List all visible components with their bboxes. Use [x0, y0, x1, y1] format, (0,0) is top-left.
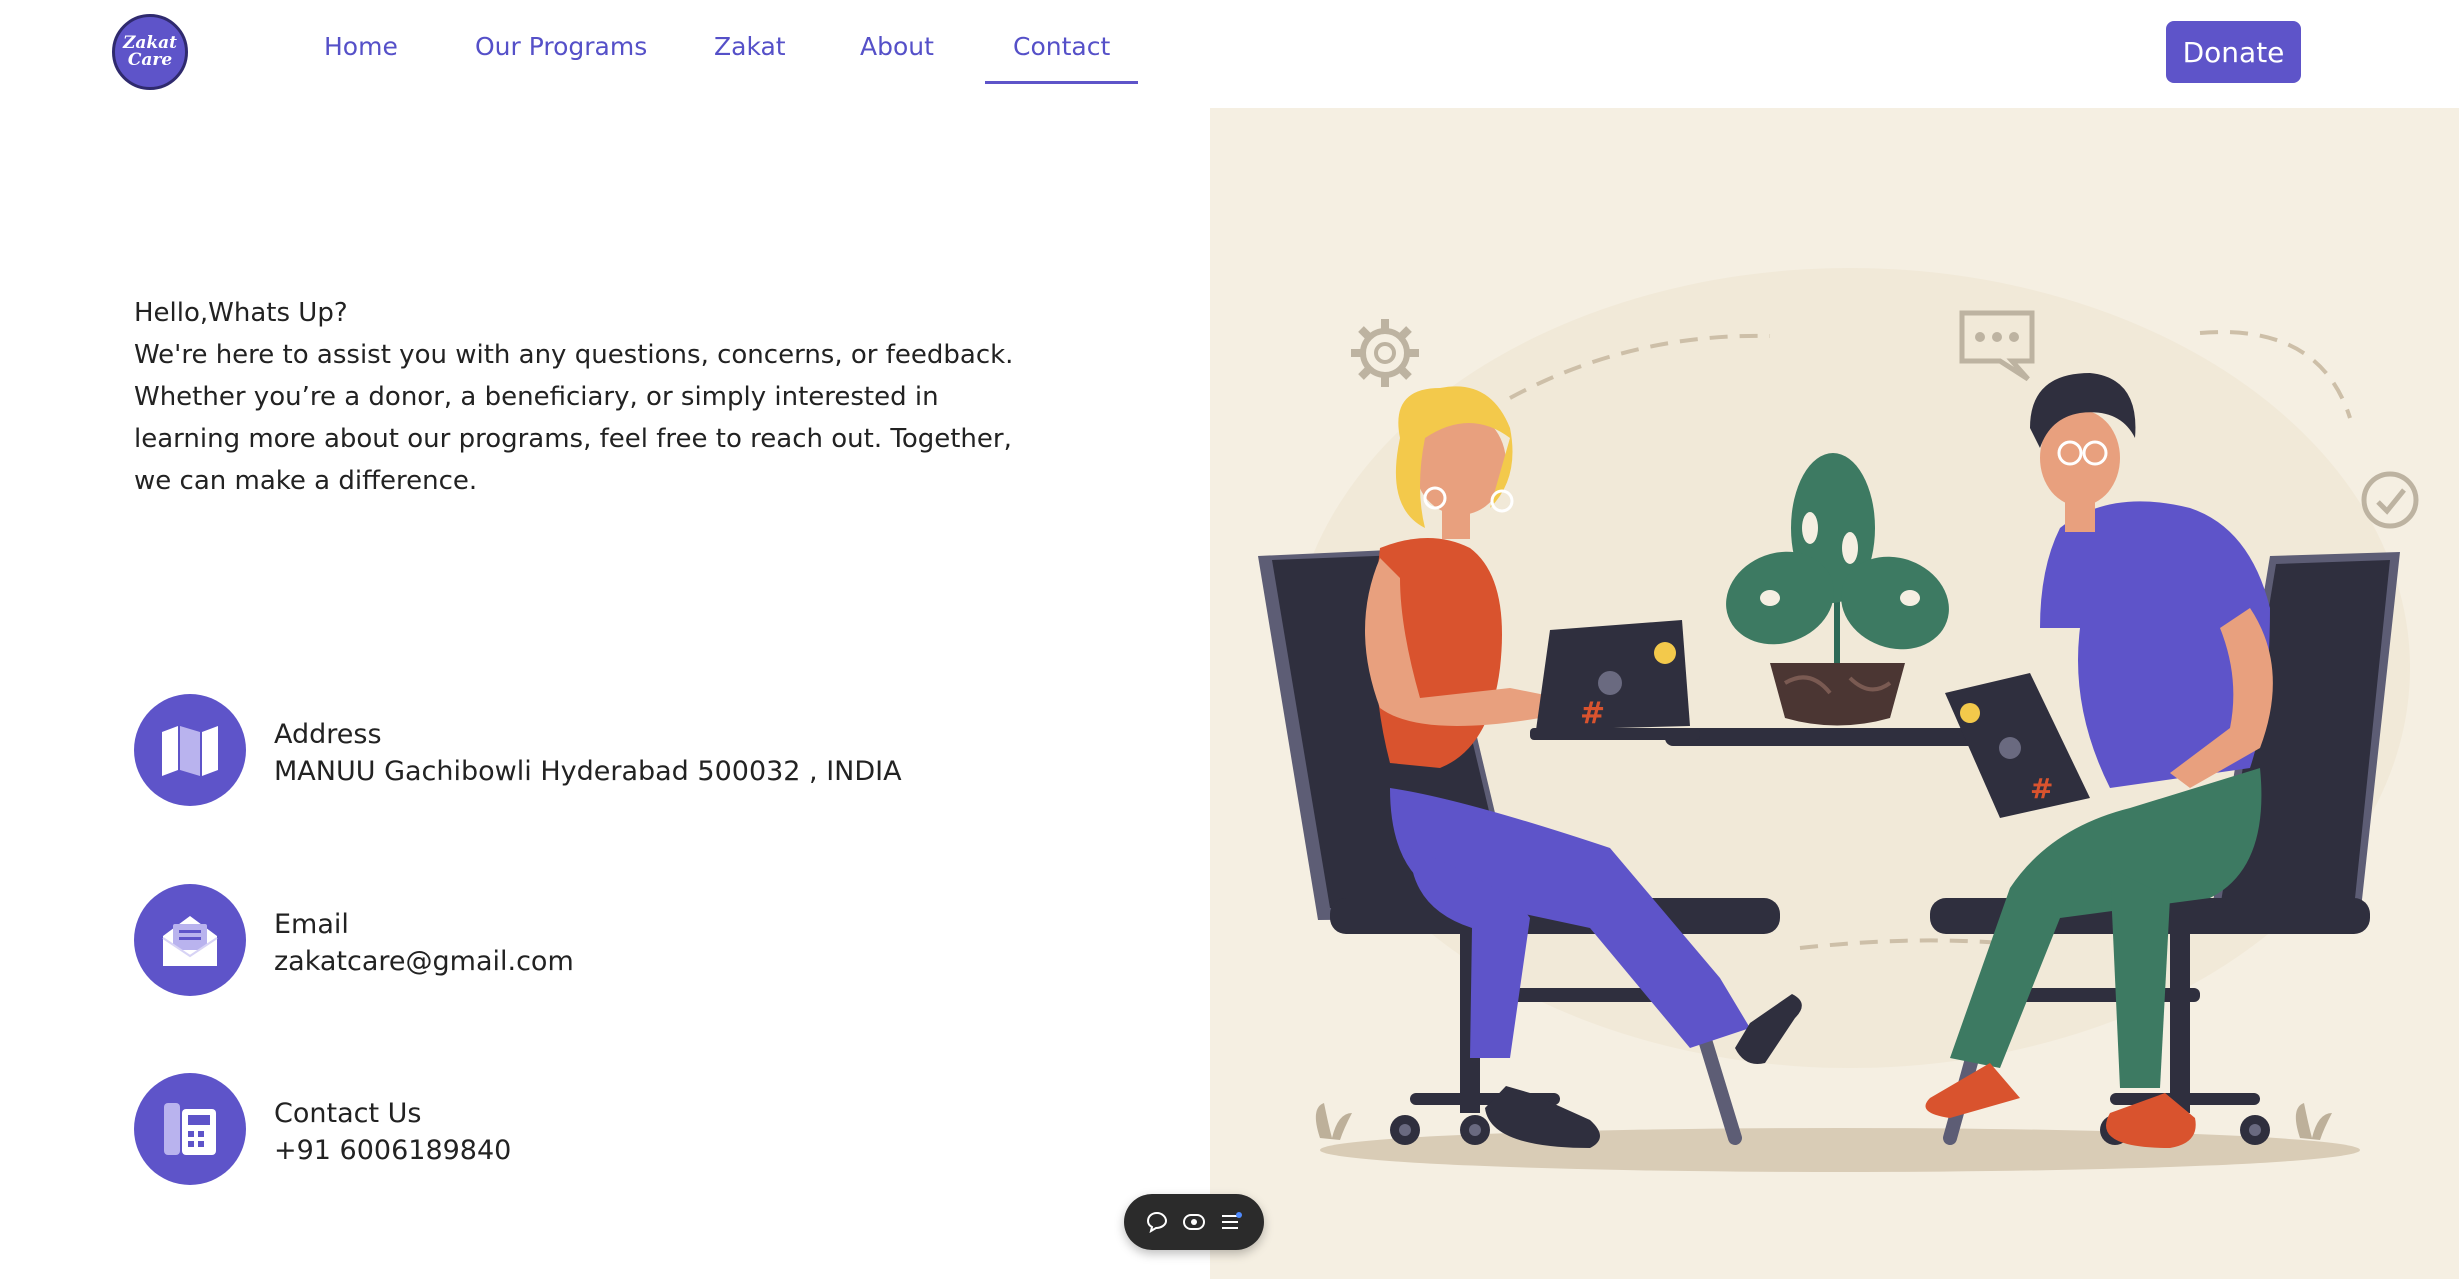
contact-phone-value[interactable]: +91 6006189840 — [274, 1132, 511, 1169]
intro-body: We're here to assist you with any questi… — [134, 340, 1014, 496]
nav-about[interactable]: About — [860, 32, 934, 84]
nav-our-programs[interactable]: Our Programs — [475, 32, 647, 84]
comment-icon[interactable] — [1143, 1208, 1171, 1236]
site-header: Zakat Care Home Our Programs Zakat About… — [0, 0, 2459, 108]
phone-icon — [134, 1073, 246, 1185]
woman-laptop: # — [1530, 620, 1700, 740]
eye-icon[interactable] — [1180, 1208, 1208, 1236]
contact-intro: Hello,Whats Up? We're here to assist you… — [134, 292, 1014, 502]
contact-address: Address MANUU Gachibowli Hyderabad 50003… — [134, 694, 934, 806]
gear-icon — [1351, 319, 1419, 387]
nav-contact[interactable]: Contact — [984, 32, 1139, 84]
check-circle-icon — [2361, 471, 2419, 529]
contact-illustration: # # — [1210, 108, 2459, 1279]
contact-address-value: MANUU Gachibowli Hyderabad 500032 , INDI… — [274, 756, 902, 787]
contact-phone: Contact Us +91 6006189840 — [134, 1073, 934, 1185]
nav-home[interactable]: Home — [324, 32, 398, 84]
svg-text:#: # — [2030, 772, 2053, 805]
mail-icon — [134, 884, 246, 996]
donate-button[interactable]: Donate — [2166, 21, 2301, 83]
contact-email-value[interactable]: zakatcare@gmail.com — [274, 943, 574, 980]
menu-icon[interactable] — [1217, 1208, 1245, 1236]
nav-zakat[interactable]: Zakat — [714, 32, 786, 84]
floating-toolbar — [1124, 1194, 1264, 1250]
map-icon — [134, 694, 246, 806]
contact-address-title: Address — [274, 719, 382, 750]
contact-email: Email zakatcare@gmail.com — [134, 884, 934, 996]
contact-phone-title: Contact Us — [274, 1098, 422, 1129]
zakat-care-logo[interactable]: Zakat Care — [112, 14, 188, 90]
logo-text-line2: Care — [127, 50, 173, 70]
intro-greeting: Hello,Whats Up? — [134, 298, 348, 328]
contact-email-title: Email — [274, 909, 349, 940]
svg-text:#: # — [1580, 696, 1605, 731]
